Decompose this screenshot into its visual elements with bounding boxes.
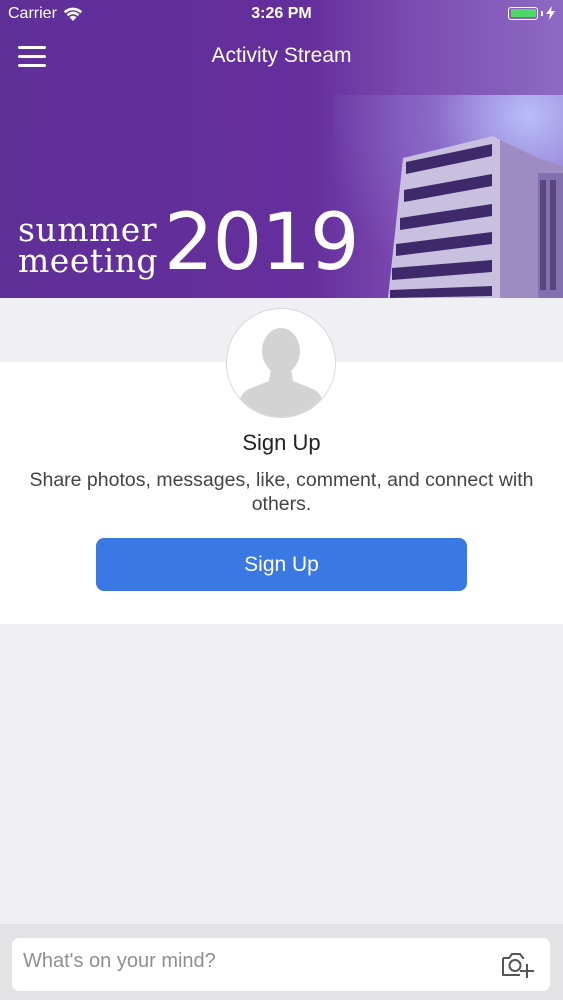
status-bar: Carrier 3:26 PM — [0, 0, 563, 30]
event-name: summer meeting — [18, 213, 159, 280]
building-image — [388, 136, 563, 298]
nav-title: Activity Stream — [211, 44, 352, 67]
header-banner: Carrier 3:26 PM Activity Stream summer m… — [0, 0, 563, 298]
default-avatar-icon — [227, 309, 335, 417]
signup-button[interactable]: Sign Up — [96, 538, 467, 591]
battery-indicator — [508, 6, 555, 20]
composer-placeholder: What's on your mind? — [23, 950, 216, 972]
event-year: 2019 — [164, 198, 360, 288]
charging-bolt-icon — [546, 6, 555, 20]
avatar-silhouette — [227, 309, 335, 417]
signup-title: Sign Up — [242, 430, 321, 455]
activity-stream-screen: Carrier 3:26 PM Activity Stream summer m… — [0, 0, 563, 1000]
battery-level — [510, 9, 536, 17]
post-composer-field[interactable]: What's on your mind? — [12, 938, 550, 991]
event-word-meeting: meeting — [18, 241, 159, 280]
battery-icon — [508, 6, 538, 20]
battery-tip — [541, 10, 543, 16]
signup-description: Share photos, messages, like, comment, a… — [29, 469, 534, 515]
add-photo-camera-icon[interactable] — [500, 950, 534, 980]
status-time: 3:26 PM — [251, 5, 312, 22]
navigation-bar: Activity Stream — [0, 30, 563, 86]
